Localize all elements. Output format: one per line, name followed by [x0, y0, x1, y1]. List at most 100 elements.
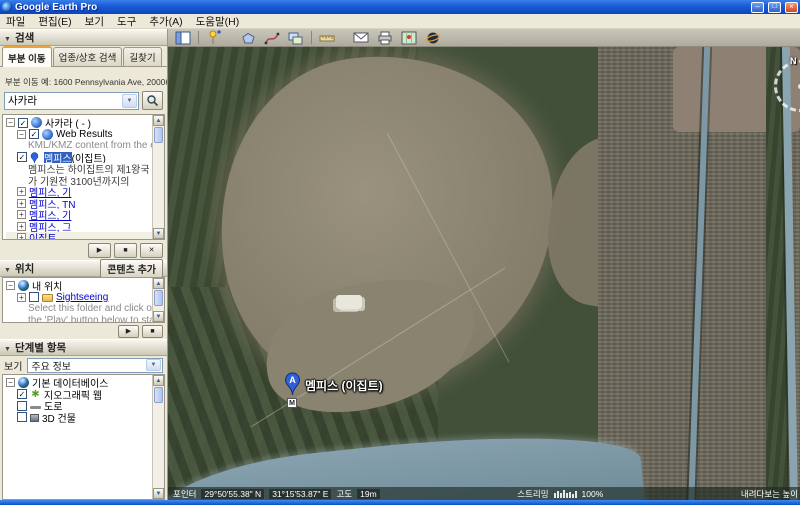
tree-label[interactable]: 멤피스, 그: [29, 221, 71, 232]
stop-tour-button[interactable]: ■: [142, 324, 163, 338]
collapse-triangle-icon: [4, 32, 11, 44]
checkbox[interactable]: [17, 412, 27, 423]
search-result-row[interactable]: + 멤피스, 그: [6, 221, 152, 232]
play-tour-button[interactable]: ▶: [88, 242, 111, 258]
checkbox[interactable]: [29, 292, 39, 303]
layers-view-select[interactable]: 주요 정보 ▼: [27, 357, 163, 373]
search-input[interactable]: 사카라 ▼: [4, 91, 139, 110]
ruler-icon[interactable]: [318, 30, 336, 46]
tree-label[interactable]: 멤피스, TN: [29, 198, 76, 209]
search-result-row[interactable]: ✓ 멤피스 (이집트): [6, 151, 152, 163]
search-result-row[interactable]: + 이집트: [6, 232, 152, 239]
collapse-icon[interactable]: −: [17, 129, 26, 139]
tab-1[interactable]: 업종/상호 검색: [52, 47, 123, 66]
placemark-minibox[interactable]: M: [287, 398, 297, 408]
stop-tour-button[interactable]: ■: [114, 242, 137, 258]
places-panel-header[interactable]: 위치 콘텐츠 추가: [0, 259, 167, 278]
menu-item-3[interactable]: 도구: [117, 14, 136, 29]
checkbox[interactable]: ✓: [17, 152, 27, 163]
scroll-thumb[interactable]: [154, 290, 163, 306]
search-results-scrollbar[interactable]: ▲ ▼: [152, 115, 164, 239]
scroll-up-icon[interactable]: ▲: [153, 375, 164, 386]
search-result-row[interactable]: KML/KMZ content from the entire Web: [6, 140, 152, 152]
tree-label[interactable]: 멤피스: [44, 151, 72, 163]
tree-label[interactable]: 이집트: [29, 232, 57, 239]
tree-label[interactable]: 멤피스, 기: [29, 209, 71, 220]
places-scrollbar[interactable]: ▲ ▼: [152, 278, 164, 322]
placemark-label[interactable]: 멤피스 (이집트): [305, 377, 383, 394]
search-result-row[interactable]: + 멤피스, TN: [6, 198, 152, 209]
scroll-up-icon[interactable]: ▲: [153, 115, 164, 126]
sky-icon[interactable]: [424, 30, 442, 46]
add-content-button[interactable]: 콘텐츠 추가: [100, 259, 163, 278]
search-result-row[interactable]: + 멤피스, 기: [6, 186, 152, 198]
collapse-icon[interactable]: −: [6, 281, 15, 291]
maximize-button[interactable]: [768, 1, 781, 13]
scroll-down-icon[interactable]: ▼: [153, 488, 164, 499]
search-tabs: 부분 이동 업종/상호 검색 길찾기: [0, 46, 167, 67]
clear-results-button[interactable]: ✕: [140, 242, 163, 258]
layers-row[interactable]: 도로: [6, 400, 152, 412]
search-result-row[interactable]: 멤피스는 하이집트의 제1왕국: [6, 163, 152, 174]
close-button[interactable]: [785, 1, 798, 13]
checkbox[interactable]: ✓: [17, 389, 27, 400]
search-result-row[interactable]: − ✓ 사카라 ( - ): [6, 117, 152, 129]
scroll-up-icon[interactable]: ▲: [153, 278, 164, 289]
layers-row[interactable]: 3D 건물: [6, 412, 152, 423]
search-panel-header[interactable]: 검색: [0, 29, 167, 46]
tab-0[interactable]: 부분 이동: [2, 46, 52, 67]
tree-label[interactable]: Sightseeing: [56, 292, 108, 303]
search-result-row[interactable]: 가 기원전 3100년까지의: [6, 175, 152, 186]
places-row[interactable]: − 내 위치: [6, 280, 152, 292]
layers-scrollbar[interactable]: ▲ ▼: [152, 375, 164, 499]
search-result-row[interactable]: − ✓ Web Results: [6, 128, 152, 141]
tab-2[interactable]: 길찾기: [123, 47, 162, 66]
combo-dropdown-icon[interactable]: ▼: [146, 359, 161, 371]
search-result-row[interactable]: + 멤피스, 기: [6, 209, 152, 221]
globe-icon: [42, 128, 53, 140]
places-row[interactable]: Select this folder and click on: [6, 303, 152, 315]
search-button[interactable]: [142, 91, 163, 110]
expand-icon[interactable]: +: [17, 210, 26, 220]
places-row[interactable]: + Sightseeing: [6, 292, 152, 304]
scroll-down-icon[interactable]: ▼: [153, 228, 164, 239]
layers-row[interactable]: ✓ ✱ 지오그래픽 웹: [6, 389, 152, 400]
combo-dropdown-icon[interactable]: ▼: [122, 93, 137, 108]
menu-item-0[interactable]: 파일: [6, 14, 25, 29]
sidebar-toggle-icon[interactable]: [174, 30, 192, 46]
menu-item-2[interactable]: 보기: [85, 14, 104, 29]
add-polygon-icon[interactable]: [239, 30, 257, 46]
title-bar[interactable]: Google Earth Pro: [0, 0, 800, 14]
scroll-thumb[interactable]: [154, 387, 163, 403]
checkbox[interactable]: ✓: [18, 117, 28, 128]
checkbox[interactable]: ✓: [29, 129, 39, 140]
play-tour-button[interactable]: ▶: [118, 324, 139, 338]
add-placemark-icon[interactable]: [205, 30, 223, 46]
minimize-button[interactable]: [751, 1, 764, 13]
layers-row[interactable]: − 기본 데이터베이스: [6, 377, 152, 389]
expand-icon[interactable]: +: [17, 198, 26, 208]
map-viewport[interactable]: N A M 멤피스 (이집트) 포인터 29°50'55.38" N 31°15…: [168, 47, 800, 500]
collapse-icon[interactable]: −: [6, 378, 15, 388]
add-image-overlay-icon[interactable]: [287, 30, 305, 46]
expand-icon[interactable]: +: [17, 187, 26, 197]
add-path-icon[interactable]: [263, 30, 281, 46]
menu-item-4[interactable]: 추가(A): [149, 14, 182, 29]
placemark-pin[interactable]: A: [284, 372, 301, 396]
globe-icon: [31, 117, 42, 129]
view-in-google-maps-icon[interactable]: [400, 30, 418, 46]
email-icon[interactable]: [352, 30, 370, 46]
tree-label[interactable]: 멤피스, 기: [29, 186, 71, 197]
places-row[interactable]: the 'Play' button below to start the: [6, 315, 152, 322]
expand-icon[interactable]: +: [17, 233, 26, 239]
scroll-thumb[interactable]: [154, 127, 163, 143]
expand-icon[interactable]: +: [17, 292, 26, 302]
layers-panel-header[interactable]: 단계별 항목: [0, 339, 167, 356]
expand-icon[interactable]: +: [17, 221, 26, 231]
print-icon[interactable]: [376, 30, 394, 46]
menu-item-1[interactable]: 편집(E): [38, 14, 71, 29]
collapse-icon[interactable]: −: [6, 118, 15, 128]
scroll-down-icon[interactable]: ▼: [153, 311, 164, 322]
checkbox[interactable]: [17, 400, 27, 411]
menu-item-5[interactable]: 도움말(H): [196, 14, 240, 29]
